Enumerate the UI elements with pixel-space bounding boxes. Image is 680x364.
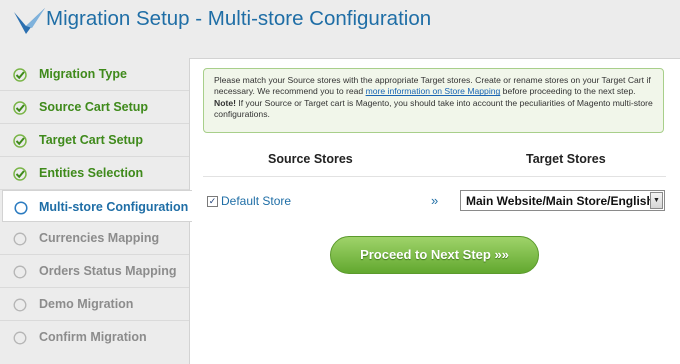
step-label: Demo Migration: [39, 297, 134, 311]
circle-icon: [13, 232, 27, 246]
step-label: Orders Status Mapping: [39, 264, 177, 278]
header: Migration Setup - Multi-store Configurat…: [0, 0, 680, 44]
note-label: Note!: [214, 97, 236, 108]
check-circle-icon: [13, 134, 27, 148]
circle-icon: [13, 265, 27, 279]
logo-icon: [14, 8, 45, 34]
step-label: Multi-store Configuration: [39, 200, 189, 214]
target-store-select[interactable]: Main Website/Main Store/English ▼: [460, 190, 665, 211]
mapping-arrow: »: [431, 193, 439, 208]
step-label: Migration Type: [39, 67, 127, 81]
check-circle-icon: [13, 101, 27, 115]
store-checkbox[interactable]: ✓: [207, 196, 218, 207]
step-orders-status-mapping[interactable]: Orders Status Mapping: [0, 255, 190, 288]
step-label: Entities Selection: [39, 166, 144, 180]
check-circle-icon: [13, 68, 27, 82]
step-label: Source Cart Setup: [39, 100, 149, 114]
step-label: Target Cart Setup: [39, 133, 143, 147]
step-label: Confirm Migration: [39, 330, 147, 344]
step-entities-selection[interactable]: Entities Selection: [0, 157, 190, 190]
page-title: Migration Setup - Multi-store Configurat…: [46, 7, 432, 30]
proceed-button[interactable]: Proceed to Next Step »»: [330, 236, 539, 274]
source-stores-header: Source Stores: [268, 152, 353, 166]
info-notice: Please match your Source stores with the…: [203, 68, 664, 133]
step-currencies-mapping[interactable]: Currencies Mapping: [0, 222, 190, 255]
notice-note: Note! If your Source or Target cart is M…: [214, 98, 653, 121]
step-migration-type[interactable]: Migration Type: [0, 58, 190, 91]
store-mapping-link[interactable]: more information on Store Mapping: [366, 86, 501, 96]
chevron-down-icon[interactable]: ▼: [650, 192, 663, 209]
notice-text-end: before proceeding to the next step.: [500, 86, 636, 97]
target-stores-header: Target Stores: [526, 152, 606, 166]
step-demo-migration[interactable]: Demo Migration: [0, 288, 190, 321]
circle-icon: [13, 298, 27, 312]
circle-icon: [13, 331, 27, 345]
steps-sidebar: Migration Type Source Cart Setup Target …: [0, 58, 192, 353]
step-label: Currencies Mapping: [39, 231, 160, 245]
step-confirm-migration[interactable]: Confirm Migration: [0, 321, 190, 353]
notice-paragraph: Please match your Source stores with the…: [214, 75, 653, 98]
note-text: If your Source or Target cart is Magento…: [214, 97, 653, 120]
circle-icon: [14, 201, 28, 215]
source-store-name: Default Store: [221, 194, 292, 208]
step-source-cart-setup[interactable]: Source Cart Setup: [0, 91, 190, 124]
step-multi-store-configuration[interactable]: Multi-store Configuration: [2, 190, 192, 222]
check-circle-icon: [13, 167, 27, 181]
header-divider: [203, 176, 666, 177]
step-target-cart-setup[interactable]: Target Cart Setup: [0, 124, 190, 157]
target-store-value: Main Website/Main Store/English: [466, 194, 654, 208]
main-panel: Please match your Source stores with the…: [189, 58, 680, 364]
